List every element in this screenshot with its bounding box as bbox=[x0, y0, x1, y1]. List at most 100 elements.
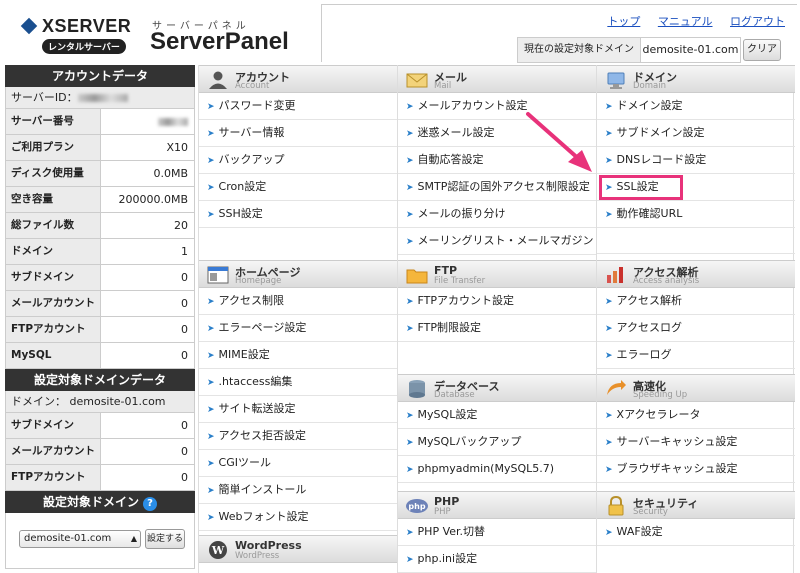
menu-item-error-log[interactable]: ➤ エラーログ bbox=[597, 342, 795, 369]
target-domain-label: 現在の設定対象ドメイン bbox=[517, 37, 641, 63]
section-subtitle: Speeding Up bbox=[633, 390, 688, 400]
menu-item-x-accelerator[interactable]: ➤ Xアクセラレータ bbox=[597, 402, 795, 429]
menu-item-phpmyadmin[interactable]: ➤ phpmyadmin(MySQL5.7) bbox=[398, 456, 596, 483]
manual-link[interactable]: マニュアル bbox=[658, 15, 713, 28]
menu-item-label: サーバーキャッシュ設定 bbox=[616, 435, 738, 448]
menu-item-label: パスワード変更 bbox=[218, 99, 296, 112]
row-key: FTPアカウント bbox=[6, 317, 101, 342]
section-subtitle: Database bbox=[434, 390, 475, 400]
mail-section-header: メール Mail bbox=[398, 65, 596, 93]
domain-select[interactable]: demosite-01.com ▲ bbox=[19, 530, 141, 548]
menu-item-label: MIME設定 bbox=[218, 348, 270, 361]
top-links: トップ マニュアル ログアウト bbox=[593, 13, 785, 29]
menu-item-label: .htaccess編集 bbox=[218, 375, 293, 388]
ftp-count-row: FTPアカウント 0 bbox=[5, 317, 195, 343]
menu-item-ssl-settings[interactable]: ➤ SSL設定 bbox=[597, 174, 795, 201]
menu-item-label: サブドメイン設定 bbox=[616, 126, 705, 139]
sidebar: アカウントデータ サーバーID： サーバー番号 ご利用プラン X10 ディスク使用… bbox=[5, 65, 195, 569]
menu-item-label: 動作確認URL bbox=[616, 207, 683, 220]
annotation-arrow-icon bbox=[526, 112, 592, 172]
set-domain-button[interactable]: 設定する bbox=[145, 529, 185, 549]
menu-item-mime[interactable]: ➤ MIME設定 bbox=[199, 342, 397, 369]
menu-item-mysql-backup[interactable]: ➤ MySQLバックアップ bbox=[398, 429, 596, 456]
help-icon[interactable]: ? bbox=[143, 497, 157, 511]
php-section-header: php PHP PHP bbox=[398, 491, 596, 519]
xserver-logo[interactable]: XSERVER レンタルサーバー サーバーパネル ServerPanel bbox=[18, 14, 318, 58]
domain-mail-row: メールアカウント 0 bbox=[5, 439, 195, 465]
menu-item-access-deny[interactable]: ➤ アクセス拒否設定 bbox=[199, 423, 397, 450]
php-section: php PHP PHP ➤ PHP Ver.切替 ➤ php.ini設定 bbox=[398, 491, 596, 573]
menu-item-error-page[interactable]: ➤ エラーページ設定 bbox=[199, 315, 397, 342]
menu-item-cron[interactable]: ➤ Cron設定 bbox=[199, 174, 397, 201]
row-key: 総ファイル数 bbox=[6, 213, 101, 238]
menu-item-backup[interactable]: ➤ バックアップ bbox=[199, 147, 397, 174]
menu-item-label: Cron設定 bbox=[218, 180, 267, 193]
menu-item-domain-settings[interactable]: ➤ ドメイン設定 bbox=[597, 93, 795, 120]
menu-item-browser-cache[interactable]: ➤ ブラウザキャッシュ設定 bbox=[597, 456, 795, 483]
menu-item-label: Xアクセラレータ bbox=[616, 408, 701, 421]
row-value: 0 bbox=[181, 323, 188, 336]
menu-item-mysql-settings[interactable]: ➤ MySQL設定 bbox=[398, 402, 596, 429]
section-subtitle: Homepage bbox=[235, 276, 282, 286]
row-value: 0.0MB bbox=[153, 167, 188, 180]
section-subtitle: Account bbox=[235, 81, 270, 91]
menu-item-web-font[interactable]: ➤ Webフォント設定 bbox=[199, 504, 397, 531]
mail-icon bbox=[406, 73, 428, 88]
menu-item-server-info[interactable]: ➤ サーバー情報 bbox=[199, 120, 397, 147]
menu-item-label: WAF設定 bbox=[616, 525, 663, 538]
menu-item-htaccess[interactable]: ➤ .htaccess編集 bbox=[199, 369, 397, 396]
row-value: 0 bbox=[181, 271, 188, 284]
menu-item-label: メールの振り分け bbox=[417, 207, 506, 220]
menu-item-dns-records[interactable]: ➤ DNSレコード設定 bbox=[597, 147, 795, 174]
row-key: メールアカウント bbox=[6, 439, 101, 464]
menu-item-label: ドメイン設定 bbox=[616, 99, 683, 112]
menu-spacer bbox=[597, 228, 795, 254]
logo-tag: レンタルサーバー bbox=[42, 39, 126, 54]
row-value: 0 bbox=[181, 297, 188, 310]
menu-item-label: DNSレコード設定 bbox=[616, 153, 707, 166]
menu-item-php-version[interactable]: ➤ PHP Ver.切替 bbox=[398, 519, 596, 546]
main-menu: アカウント Account ➤ パスワード変更 ➤ サーバー情報 ➤ バックアップ ➤… bbox=[198, 65, 795, 573]
menu-item-server-cache[interactable]: ➤ サーバーキャッシュ設定 bbox=[597, 429, 795, 456]
menu-item-label: アクセス拒否設定 bbox=[218, 429, 306, 442]
menu-item-password-change[interactable]: ➤ パスワード変更 bbox=[199, 93, 397, 120]
section-subtitle: Domain bbox=[633, 81, 666, 91]
menu-item-ftp-account[interactable]: ➤ FTPアカウント設定 bbox=[398, 288, 596, 315]
section-subtitle: Security bbox=[633, 507, 668, 517]
folder-icon bbox=[406, 269, 428, 284]
menu-item-label: 自動応答設定 bbox=[417, 153, 484, 166]
menu-item-ftp-restriction[interactable]: ➤ FTP制限設定 bbox=[398, 315, 596, 342]
menu-item-mail-filter[interactable]: ➤ メールの振り分け bbox=[398, 201, 596, 228]
menu-item-site-redirect[interactable]: ➤ サイト転送設定 bbox=[199, 396, 397, 423]
menu-item-label: Webフォント設定 bbox=[218, 510, 309, 523]
row-value bbox=[101, 109, 194, 134]
menu-item-access-analytics[interactable]: ➤ アクセス解析 bbox=[597, 288, 795, 315]
top-link[interactable]: トップ bbox=[607, 15, 640, 28]
menu-item-label: SMTP認証の国外アクセス制限設定 bbox=[417, 180, 590, 193]
menu-item-label: メールアカウント設定 bbox=[417, 99, 528, 112]
menu-item-ssh[interactable]: ➤ SSH設定 bbox=[199, 201, 397, 228]
row-value: 1 bbox=[181, 245, 188, 258]
menu-item-easy-install[interactable]: ➤ 簡単インストール bbox=[199, 477, 397, 504]
row-value: 20 bbox=[174, 219, 188, 232]
row-key: サブドメイン bbox=[6, 413, 101, 438]
homepage-icon bbox=[207, 266, 229, 284]
menu-item-php-ini[interactable]: ➤ php.ini設定 bbox=[398, 546, 596, 573]
plan-row: ご利用プラン X10 bbox=[5, 135, 195, 161]
menu-item-label: サーバー情報 bbox=[218, 126, 285, 139]
section-subtitle: File Transfer bbox=[434, 276, 486, 286]
menu-column-3: ドメイン Domain ➤ ドメイン設定 ➤ サブドメイン設定 ➤ DNSレコード設定… bbox=[596, 65, 795, 573]
menu-item-access-restriction[interactable]: ➤ アクセス制限 bbox=[199, 288, 397, 315]
menu-item-mailing-list[interactable]: ➤ メーリングリスト・メールマガジン bbox=[398, 228, 596, 255]
menu-item-cgi-tools[interactable]: ➤ CGIツール bbox=[199, 450, 397, 477]
logout-link[interactable]: ログアウト bbox=[730, 15, 785, 28]
subdomain-count-row: サブドメイン 0 bbox=[5, 265, 195, 291]
mail-count-row: メールアカウント 0 bbox=[5, 291, 195, 317]
menu-item-waf[interactable]: ➤ WAF設定 bbox=[597, 519, 795, 546]
menu-item-subdomain-settings[interactable]: ➤ サブドメイン設定 bbox=[597, 120, 795, 147]
menu-item-label: アクセス解析 bbox=[616, 294, 682, 307]
menu-item-test-url[interactable]: ➤ 動作確認URL bbox=[597, 201, 795, 228]
menu-item-access-log[interactable]: ➤ アクセスログ bbox=[597, 315, 795, 342]
clear-button[interactable]: クリア bbox=[743, 39, 781, 61]
logo-brand: XSERVER bbox=[42, 16, 132, 36]
